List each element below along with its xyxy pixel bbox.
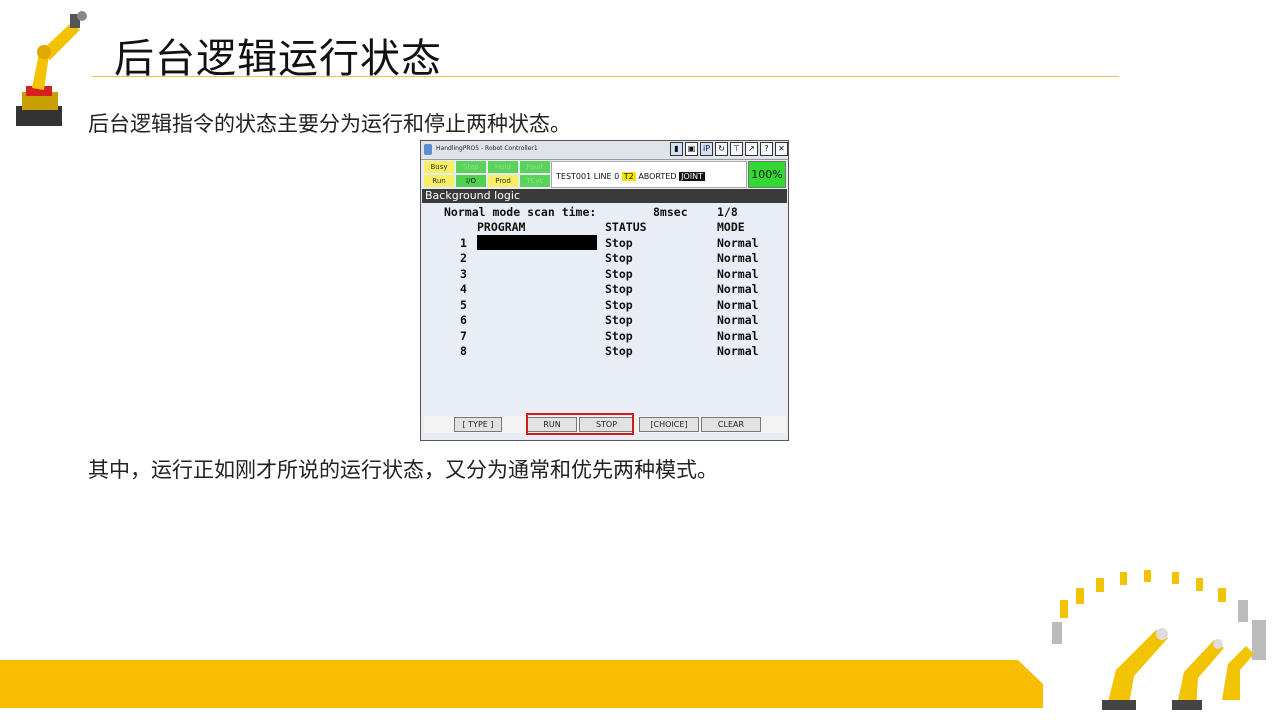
row-status[interactable]: Stop: [605, 267, 633, 281]
page-indicator: 1/8: [717, 205, 738, 219]
status-state: ABORTED: [638, 172, 677, 181]
pendant-app-icon: [424, 144, 432, 155]
close-icon[interactable]: ✕: [775, 142, 788, 156]
row-mode[interactable]: Normal: [717, 313, 759, 327]
row-number: 4: [460, 282, 467, 296]
help-icon[interactable]: ?: [760, 142, 773, 156]
row-status[interactable]: Stop: [605, 282, 633, 296]
row-mode[interactable]: Normal: [717, 267, 759, 281]
title-underline: [92, 76, 1119, 77]
row-mode[interactable]: Normal: [717, 236, 759, 250]
row-number: 6: [460, 313, 467, 327]
row-status[interactable]: Stop: [605, 298, 633, 312]
pendant-toolbar: ▮ ▣ iP ↻ ⊤ ↗ ? ✕: [670, 142, 788, 158]
robot-collage-image: [1052, 570, 1266, 710]
background-logic-screen: Normal mode scan time: 8msec 1/8 PROGRAM…: [422, 203, 787, 415]
row-mode[interactable]: Normal: [717, 282, 759, 296]
row-number: 1: [460, 236, 467, 250]
robot-arm-logo: [16, 11, 87, 126]
led-step: Step: [456, 161, 486, 173]
row-mode[interactable]: Normal: [717, 251, 759, 265]
arm-icon[interactable]: ↗: [745, 142, 758, 156]
type-softkey[interactable]: [ TYPE ]: [454, 417, 502, 432]
row-number: 7: [460, 329, 467, 343]
scan-time-label: Normal mode scan time:: [444, 205, 597, 219]
led-io: I/O: [456, 175, 486, 187]
row-status[interactable]: Stop: [605, 344, 633, 358]
bottom-accent-band: [0, 660, 1043, 708]
led-tcyc: TCyc: [520, 175, 550, 187]
pendant-titlebar: HandlingPRO5 - Robot Controller1 ▮ ▣ iP …: [421, 141, 788, 160]
row-number: 8: [460, 344, 467, 358]
header-mode: MODE: [717, 220, 745, 234]
override-percent: 100%: [748, 161, 786, 188]
status-line-number: LINE 0: [593, 172, 620, 181]
pendant-window-title: HandlingPRO5 - Robot Controller1: [436, 145, 538, 152]
mode-paragraph: 其中，运行正如刚才所说的运行状态，又分为通常和优先两种模式。: [88, 458, 718, 482]
ip-icon[interactable]: iP: [700, 142, 713, 156]
coord-badge: JOINT: [679, 172, 705, 181]
intro-paragraph: 后台逻辑指令的状态主要分为运行和停止两种状态。: [88, 112, 571, 136]
led-busy: Busy: [424, 161, 454, 173]
screen-title: Background logic: [422, 189, 787, 203]
scan-time-value: 8msec: [653, 205, 688, 219]
refresh-icon[interactable]: ↻: [715, 142, 728, 156]
status-line: TEST001 LINE 0 T2 ABORTED JOINT: [551, 161, 747, 188]
status-panel: Busy Step Hold Fault Run I/O Prod TCyc T…: [424, 161, 786, 188]
led-run: Run: [424, 175, 454, 187]
row-status[interactable]: Stop: [605, 236, 633, 250]
led-fault: Fault: [520, 161, 550, 173]
status-program: TEST001: [556, 172, 592, 181]
led-prod: Prod: [488, 175, 518, 187]
row-number: 3: [460, 267, 467, 281]
tree-icon[interactable]: ⊤: [730, 142, 743, 156]
teach-pendant-window: HandlingPRO5 - Robot Controller1 ▮ ▣ iP …: [420, 140, 789, 441]
choice-softkey[interactable]: [CHOICE]: [639, 417, 699, 432]
row-status[interactable]: Stop: [605, 313, 633, 327]
row-status[interactable]: Stop: [605, 251, 633, 265]
row-mode[interactable]: Normal: [717, 329, 759, 343]
row-status[interactable]: Stop: [605, 329, 633, 343]
header-program: PROGRAM: [477, 220, 526, 234]
led-hold: Hold: [488, 161, 518, 173]
row-mode[interactable]: Normal: [717, 344, 759, 358]
clear-softkey[interactable]: CLEAR: [701, 417, 761, 432]
run-stop-highlight-box: [526, 413, 634, 435]
keyboard-icon[interactable]: ▣: [685, 142, 698, 156]
mode-badge: T2: [621, 172, 636, 181]
header-status: STATUS: [605, 220, 647, 234]
row-number: 5: [460, 298, 467, 312]
row-mode[interactable]: Normal: [717, 298, 759, 312]
selected-program-cell[interactable]: [477, 235, 597, 250]
row-number: 2: [460, 251, 467, 265]
trash-icon[interactable]: ▮: [670, 142, 683, 156]
